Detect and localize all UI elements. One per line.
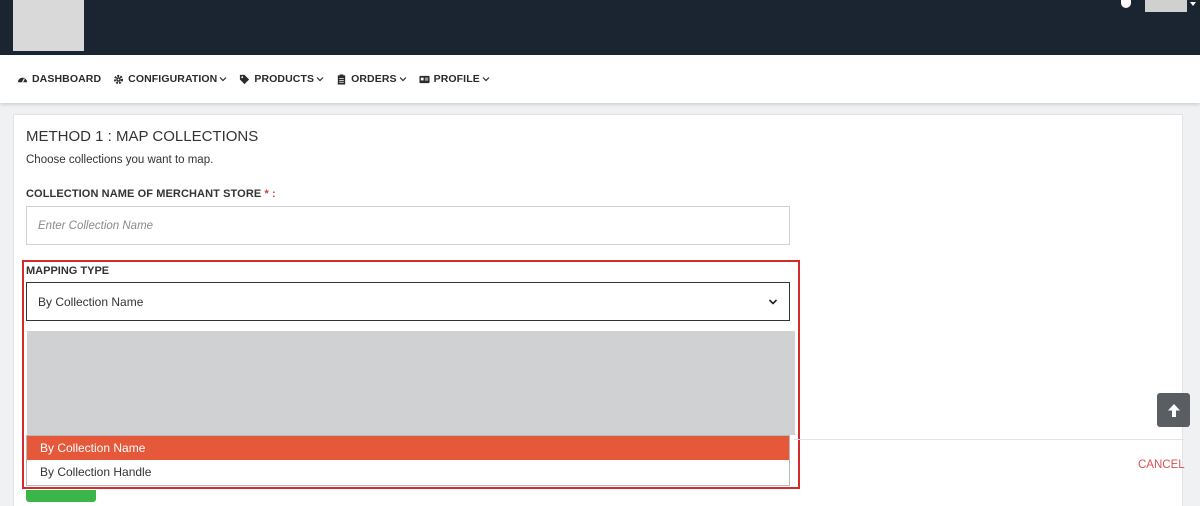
tag-icon xyxy=(240,74,250,84)
submit-button[interactable] xyxy=(26,490,96,502)
nav-item-label: DASHBOARD xyxy=(32,73,102,85)
nav-item-configuration[interactable]: CONFIGURATION xyxy=(113,73,227,85)
mapping-type-select[interactable]: By Collection Name xyxy=(26,282,790,321)
page-title: METHOD 1 : MAP COLLECTIONS xyxy=(26,128,259,145)
cancel-button[interactable]: CANCEL xyxy=(1138,459,1185,471)
chevron-down-icon xyxy=(316,77,324,82)
scroll-to-top-button[interactable] xyxy=(1157,393,1190,427)
mapping-type-selected-value: By Collection Name xyxy=(38,294,144,309)
option-by-collection-handle[interactable]: By Collection Handle xyxy=(27,460,789,484)
nav-item-dashboard[interactable]: DASHBOARD xyxy=(17,73,101,85)
nav-item-label: ORDERS xyxy=(351,73,397,85)
collection-name-label: COLLECTION NAME OF MERCHANT STORE * : xyxy=(26,188,276,200)
caret-down-icon[interactable] xyxy=(1190,2,1196,6)
nav-item-orders[interactable]: ORDERS xyxy=(336,73,407,85)
map-collections-card: METHOD 1 : MAP COLLECTIONS Choose collec… xyxy=(13,114,1185,506)
chevron-down-icon xyxy=(482,77,490,82)
bell-icon[interactable] xyxy=(1121,0,1131,8)
dashboard-icon xyxy=(17,77,28,82)
nav-item-label: PROFILE xyxy=(433,73,480,85)
user-avatar-placeholder[interactable] xyxy=(1145,0,1187,12)
page-subtitle: Choose collections you want to map. xyxy=(26,154,214,166)
mapping-type-options: By Collection Name By Collection Handle xyxy=(26,435,790,486)
logo-placeholder[interactable] xyxy=(13,0,84,51)
required-mark: * : xyxy=(264,188,276,200)
id-card-icon xyxy=(419,75,430,83)
nav-item-profile[interactable]: PROFILE xyxy=(419,73,490,85)
mapping-type-label: MAPPING TYPE xyxy=(26,265,110,277)
redacted-area xyxy=(27,331,795,435)
clipboard-icon xyxy=(337,73,346,85)
chevron-down-icon xyxy=(768,298,778,305)
chevron-down-icon xyxy=(219,77,227,82)
chevron-down-icon xyxy=(399,77,407,82)
option-by-collection-name[interactable]: By Collection Name xyxy=(27,436,789,460)
main-navigation: DASHBOARD CONFIGURATION PRODUCTS ORDERS … xyxy=(0,55,1200,103)
divider xyxy=(794,439,1184,440)
collection-name-label-text: COLLECTION NAME OF MERCHANT STORE xyxy=(26,188,262,200)
top-header-bar xyxy=(0,0,1200,55)
nav-item-label: CONFIGURATION xyxy=(128,73,218,85)
nav-item-label: PRODUCTS xyxy=(254,73,315,85)
gear-icon xyxy=(114,74,124,84)
nav-item-products[interactable]: PRODUCTS xyxy=(239,73,324,85)
collection-name-input[interactable] xyxy=(26,206,790,245)
arrow-up-icon xyxy=(1167,403,1180,417)
